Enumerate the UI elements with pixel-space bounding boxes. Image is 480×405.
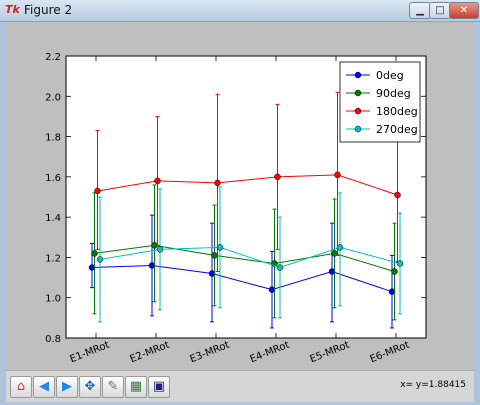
maximize-button[interactable]: □ [429, 2, 451, 19]
x-tick-label: E1-MRot [69, 340, 112, 366]
pan-button[interactable]: ✥ [79, 376, 101, 398]
data-point [336, 244, 344, 251]
cursor-status: x= y=1.88415 [400, 380, 466, 390]
back-button[interactable]: ◀ [33, 376, 55, 398]
y-tick-label: 2.0 [45, 92, 61, 103]
pan-move-icon: ✥ [84, 379, 96, 394]
legend-marker [354, 125, 362, 133]
x-tick-label: E4-MRot [249, 340, 292, 366]
home-button[interactable]: ⌂ [10, 376, 32, 398]
zoom-button[interactable]: ✎ [102, 376, 124, 398]
y-tick-label: 2.2 [45, 52, 61, 63]
x-tick-label: E5-MRot [309, 340, 352, 366]
data-point [94, 187, 101, 195]
data-point [154, 177, 161, 185]
y-tick-label: 1.2 [45, 253, 61, 264]
minimize-icon: ▁ [416, 5, 424, 16]
data-point [91, 250, 98, 257]
data-point [211, 252, 218, 259]
maximize-icon: □ [435, 5, 445, 16]
y-tick-label: 1.4 [45, 213, 61, 224]
data-point [334, 171, 341, 179]
tk-app-icon: Tk [5, 3, 20, 16]
configure-subplots-button[interactable]: ▦ [125, 376, 147, 398]
navigation-toolbar: ⌂ ◀ ▶ ✥ ✎ ▦ ▣ x= y=1.88415 [6, 370, 474, 402]
back-arrow-icon: ◀ [39, 379, 49, 394]
x-tick-label: E3-MRot [189, 340, 232, 366]
y-tick-label: 1.8 [45, 133, 61, 144]
forward-button[interactable]: ▶ [56, 376, 78, 398]
data-point [396, 260, 404, 267]
legend-label: 180deg [376, 105, 418, 118]
home-icon: ⌂ [16, 379, 26, 394]
minimize-button[interactable]: ▁ [409, 2, 431, 19]
save-button[interactable]: ▣ [148, 376, 170, 398]
data-point [156, 246, 164, 253]
data-point [214, 179, 221, 187]
subplots-icon: ▦ [129, 379, 143, 394]
figure-window: Tk Figure 2 ▁ □ ✕ 0.8 1.0 1.2 1.4 1.6 1.8 2.0 2… [0, 0, 480, 405]
forward-arrow-icon: ▶ [62, 379, 72, 394]
chart: 0.8 1.0 1.2 1.4 1.6 1.8 2.0 2.2 E1-MRot E2-MRot E3… [45, 52, 427, 366]
legend-label: 270deg [376, 123, 418, 136]
window-title: Figure 2 [24, 3, 73, 17]
legend-label: 0deg [376, 69, 404, 82]
legend-marker [354, 71, 362, 79]
save-disk-icon: ▣ [152, 379, 166, 394]
legend-label: 90deg [376, 87, 411, 100]
data-point [394, 191, 401, 199]
data-point [274, 173, 281, 181]
zoom-rect-icon: ✎ [107, 379, 119, 394]
y-tick-label: 1.0 [45, 294, 61, 305]
y-tick-label: 0.8 [45, 334, 61, 345]
x-tick-label: E6-MRot [369, 340, 412, 366]
legend-marker [354, 107, 362, 115]
figure-canvas[interactable]: 0.8 1.0 1.2 1.4 1.6 1.8 2.0 2.2 E1-MRot E2-MRot E3… [6, 22, 474, 370]
close-icon: ✕ [459, 5, 469, 16]
y-tick-label: 1.6 [45, 173, 61, 184]
x-tick-label: E2-MRot [129, 340, 172, 366]
data-point [391, 268, 398, 275]
legend-marker [354, 89, 362, 97]
data-point [96, 256, 104, 263]
data-point [276, 264, 284, 271]
data-point [216, 244, 224, 251]
close-button[interactable]: ✕ [449, 2, 479, 19]
title-bar: Tk Figure 2 ▁ □ ✕ [0, 0, 480, 22]
